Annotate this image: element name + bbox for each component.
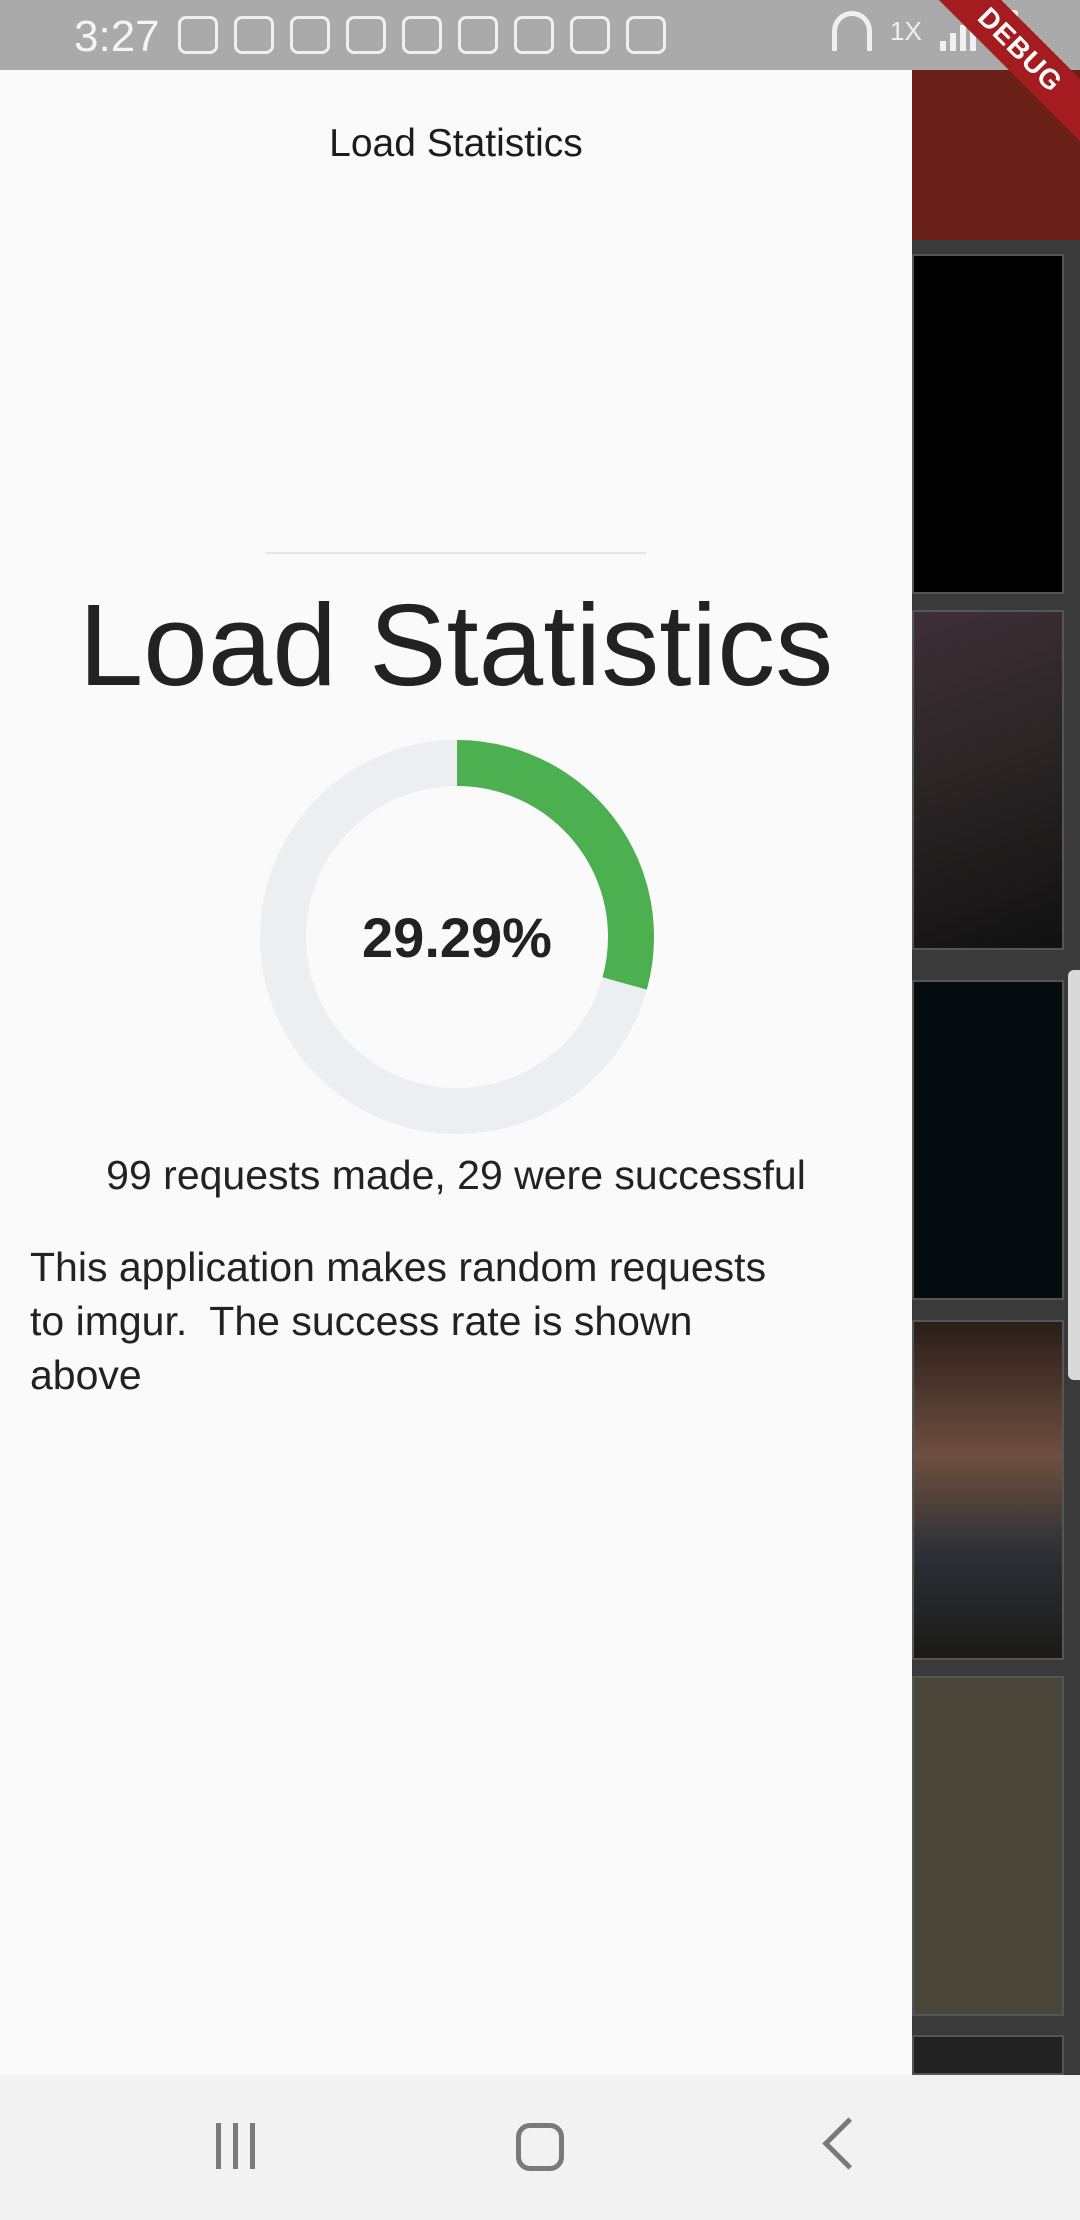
image-tile[interactable] — [912, 610, 1064, 950]
gmail-icon — [290, 16, 330, 54]
image-tile[interactable] — [912, 1320, 1064, 1660]
sync-icon — [514, 16, 554, 54]
system-nav-bar — [0, 2075, 1080, 2220]
wifi-call-icon — [234, 16, 274, 54]
image-tile[interactable] — [912, 1676, 1064, 2016]
image-tile[interactable] — [912, 980, 1064, 1300]
back-button[interactable] — [822, 2117, 875, 2170]
drawer-divider — [266, 552, 646, 554]
status-bar: 3:27 1X — [0, 0, 1080, 70]
wifi-icon — [832, 11, 872, 51]
image-tile[interactable] — [912, 2035, 1064, 2075]
status-time: 3:27 — [74, 12, 160, 61]
home-button[interactable] — [516, 2123, 564, 2171]
notification-icons — [178, 16, 666, 54]
recents-button[interactable] — [216, 2123, 255, 2169]
stats-title: Load Statistics — [78, 580, 834, 710]
multiplier-label: 1X — [890, 15, 922, 46]
news-icon — [458, 16, 498, 54]
image-tile[interactable] — [912, 254, 1064, 594]
youtube-icon — [178, 16, 218, 54]
news-icon — [346, 16, 386, 54]
battery-saver-icon — [626, 16, 666, 54]
requests-summary: 99 requests made, 29 were successful — [106, 1152, 806, 1198]
navigation-drawer: Load Statistics Load Statistics 29.29% 9… — [0, 70, 912, 2075]
news-icon — [402, 16, 442, 54]
drawer-header-title: Load Statistics — [329, 122, 583, 165]
unknown-app-icon — [570, 16, 610, 54]
scroll-handle[interactable] — [1068, 970, 1080, 1380]
description-text: This application makes random requests t… — [30, 1244, 767, 1398]
success-rate-label: 29.29% — [362, 905, 552, 969]
